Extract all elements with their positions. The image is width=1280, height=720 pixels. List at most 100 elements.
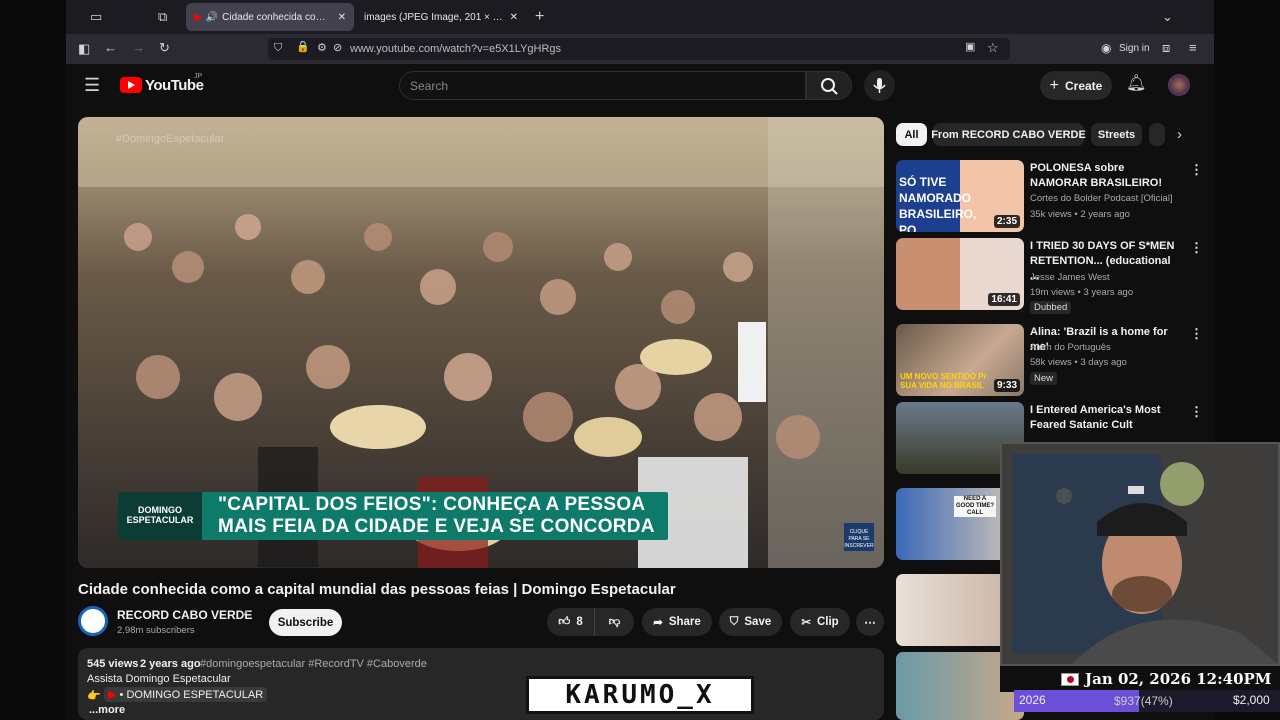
webcam-overlay — [1000, 442, 1280, 666]
tab-active[interactable]: ▶ 🔊 Cidade conhecida como a capital ✕ — [186, 3, 354, 31]
shield-icon[interactable]: ⛉ — [274, 43, 282, 54]
create-button[interactable]: + Create — [1040, 71, 1112, 100]
related-title-4[interactable]: I Entered America's Most Feared Satanic … — [1030, 403, 1180, 433]
duration-badge: 9:33 — [993, 379, 1020, 392]
voice-search-button[interactable] — [864, 70, 895, 101]
dislike-button[interactable]: 👎︎ — [594, 608, 634, 636]
program-logo: DOMINGO ESPETACULAR — [118, 492, 202, 540]
scissors-icon: ✂ — [801, 617, 811, 629]
thumbs-down-icon: 👎︎ — [608, 616, 621, 628]
description-line2: • DOMINGO ESPETACULAR — [119, 689, 264, 701]
goal-target: $2,000 — [1233, 693, 1270, 707]
user-avatar[interactable] — [1168, 74, 1190, 96]
search-placeholder: Search — [410, 79, 449, 93]
more-vertical-icon[interactable]: ⋮ — [1190, 162, 1203, 178]
related-meta-3: 58k views • 3 days ago — [1030, 357, 1127, 368]
share-button[interactable]: ➦ Share — [642, 608, 712, 636]
description-line1: Assista Domingo Espetacular — [87, 673, 231, 685]
related-channel-1[interactable]: Cortes do Bolder Podcast [Oficial] — [1030, 193, 1173, 204]
new-tab-icon[interactable]: + — [535, 9, 544, 25]
permissions-icon[interactable]: ⚙ — [317, 43, 327, 54]
reload-icon[interactable]: ↻ — [159, 41, 170, 54]
chip-from-channel[interactable]: From RECORD CABO VERDE — [931, 123, 1086, 146]
new-badge: New — [1030, 372, 1058, 385]
back-icon[interactable]: ← — [104, 41, 117, 54]
related-channel-2[interactable]: Jesse James West — [1030, 272, 1110, 283]
hamburger-menu-icon[interactable]: ☰ — [84, 76, 100, 94]
save-button[interactable]: ⛉ Save — [719, 608, 782, 636]
channel-mention-chip[interactable]: ▶ • DOMINGO ESPETACULAR — [104, 687, 268, 702]
clip-label: Clip — [816, 616, 839, 628]
picture-in-picture-icon[interactable]: ▣ — [965, 42, 975, 53]
search-icon — [821, 78, 838, 95]
subscriber-count: 2.98m subscribers — [117, 625, 195, 636]
forward-icon[interactable]: → — [132, 41, 145, 54]
related-thumb-2[interactable]: 16:41 — [896, 238, 1024, 310]
goal-year: 2026 — [1019, 693, 1046, 707]
extensions-icon[interactable]: ⧈ — [1162, 41, 1170, 54]
list-all-tabs-icon[interactable]: ⌄ — [1162, 10, 1173, 23]
chip-partial[interactable] — [1149, 123, 1165, 146]
notifications-bell-icon[interactable]: 🔔︎ — [1126, 76, 1146, 92]
subscribe-button[interactable]: Subscribe — [269, 609, 342, 636]
youtube-small-icon: ▶ — [108, 689, 117, 701]
tab-images[interactable]: images (JPEG Image, 201 × 251 pixels) ✕ — [356, 3, 526, 31]
clip-button[interactable]: ✂ Clip — [790, 608, 850, 636]
account-icon[interactable]: ◉ — [1101, 42, 1111, 54]
more-vertical-icon[interactable]: ⋮ — [1190, 404, 1203, 420]
media-blocked-icon[interactable]: ⊘ — [333, 43, 342, 54]
video-title: Cidade conhecida como a capital mundial … — [78, 581, 676, 598]
chip-all[interactable]: All — [896, 123, 927, 146]
related-meta-2: 19m views • 3 years ago — [1030, 287, 1134, 298]
close-tab-icon[interactable]: ✕ — [338, 12, 346, 23]
related-title-1[interactable]: POLONESA sobre NAMORAR BRASILEIRO! — [1030, 161, 1180, 191]
streamer-webcam-feed — [1002, 444, 1278, 664]
more-horizontal-icon: ⋯ — [864, 617, 876, 629]
audio-playing-icon[interactable]: 🔊 — [206, 12, 218, 23]
menu-icon[interactable]: ≡ — [1189, 41, 1197, 54]
sidebar-toggle-icon[interactable]: ▭ — [90, 10, 102, 23]
youtube-logo-icon[interactable] — [120, 77, 142, 93]
save-label: Save — [744, 616, 772, 628]
close-tab-icon[interactable]: ✕ — [510, 12, 518, 23]
banner-headline-line2: MAIS FEIA DA CIDADE E VEJA SE CONCORDA — [218, 516, 655, 537]
more-vertical-icon[interactable]: ⋮ — [1190, 240, 1203, 256]
upload-age: 2 years ago — [140, 658, 201, 670]
channel-avatar[interactable] — [78, 606, 108, 636]
thumb-caption: UM NOVO SENTIDO P/ SUA VIDA NO BRASIL — [900, 372, 986, 390]
bookmark-star-icon[interactable]: ☆ — [987, 41, 999, 54]
like-count: 8 — [576, 616, 583, 628]
hashtags[interactable]: #domingoespetacular #RecordTV #Caboverde — [200, 658, 427, 670]
search-input[interactable]: Search — [399, 71, 806, 100]
related-meta-1: 35k views • 2 years ago — [1030, 209, 1130, 220]
chevron-right-icon[interactable]: › — [1177, 127, 1182, 142]
sidebar-icon[interactable]: ◧ — [78, 42, 90, 55]
pointing-hand-icon: 👉 — [87, 690, 101, 702]
subscribe-corner-badge[interactable]: CLIQUE PARA SE INSCREVER — [844, 523, 874, 551]
more-vertical-icon[interactable]: ⋮ — [1190, 326, 1203, 342]
dubbed-badge: Dubbed — [1030, 301, 1072, 314]
url-text[interactable]: www.youtube.com/watch?v=e5X1LYgHRgs — [350, 43, 561, 55]
streamer-tag: KARUMO_X — [526, 676, 754, 714]
left-margin — [0, 0, 66, 720]
channel-name[interactable]: RECORD CABO VERDE — [117, 608, 252, 622]
program-logo-line2: ESPETACULAR — [126, 515, 194, 525]
more-actions-button[interactable]: ⋯ — [856, 608, 884, 636]
tab-label: images (JPEG Image, 201 × 251 pixels) — [364, 11, 506, 23]
tab-overview-icon[interactable]: ⧉ — [158, 10, 167, 23]
search-button[interactable] — [806, 71, 852, 100]
view-count: 545 views — [87, 658, 139, 670]
like-button[interactable]: 👍︎ 8 — [547, 608, 594, 636]
related-thumb-3[interactable]: UM NOVO SENTIDO P/ SUA VIDA NO BRASIL 9:… — [896, 324, 1024, 396]
thumb-caption: NEED A GOOD TIME? CALL — [954, 496, 996, 517]
show-more-link[interactable]: ...more — [89, 704, 125, 716]
related-thumb-1[interactable]: SÓ TIVE NAMORADO BRASILEIRO, PQ 2:35 — [896, 160, 1024, 232]
lock-icon[interactable]: 🔒 — [296, 42, 310, 53]
sign-in-label[interactable]: Sign in — [1119, 43, 1150, 54]
thumbs-up-icon: 👍︎ — [558, 616, 571, 628]
related-channel-3[interactable]: Além do Português — [1030, 342, 1111, 353]
youtube-favicon-icon: ▶ — [194, 11, 202, 23]
plus-icon: + — [1049, 76, 1059, 94]
microphone-icon — [873, 78, 886, 93]
chip-streets[interactable]: Streets — [1091, 123, 1142, 146]
